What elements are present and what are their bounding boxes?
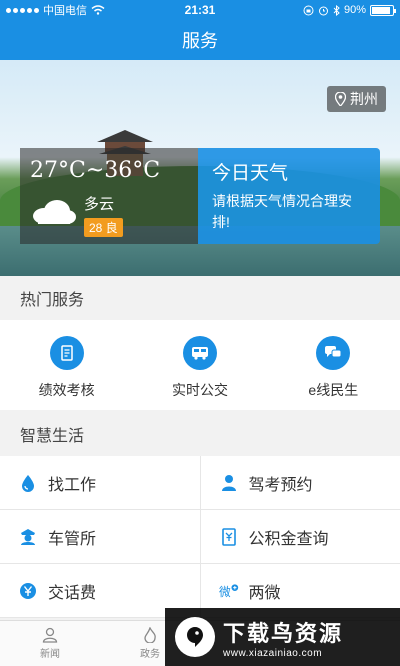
today-weather-title: 今日天气 — [212, 163, 289, 184]
hot-item-label: 绩效考核 — [38, 382, 95, 398]
status-right: 90% — [244, 4, 396, 16]
weather-banner[interactable]: 荆州 27°C~36°C 多云 28 良 今日天气 请根据天气情况合理安排! — [0, 60, 400, 276]
status-bar: 中国电信 21:31 90% — [0, 0, 400, 20]
grid-item-housing-fund[interactable]: 公积金查询 — [199, 510, 400, 563]
condition-row: 多云 28 良 — [30, 193, 188, 237]
weather-summary: 27°C~36°C 多云 28 良 — [20, 148, 198, 244]
carrier-label: 中国电信 — [43, 5, 87, 17]
document-icon — [49, 336, 84, 370]
grid-row: 找工作 驾考预约 — [0, 456, 400, 510]
watermark-banner: 下载鸟资源 www.xiazainiao.com — [165, 608, 400, 666]
tab-news[interactable]: 新闻 — [0, 621, 100, 666]
aqi-badge: 28 良 — [84, 218, 123, 237]
grid-item-label: 公积金查询 — [248, 530, 329, 548]
condition-info: 多云 28 良 — [84, 193, 123, 237]
bus-icon — [182, 336, 217, 370]
bluetooth-icon — [333, 4, 340, 16]
weather-advice: 今日天气 请根据天气情况合理安排! — [198, 148, 380, 244]
hot-item-bus[interactable]: 实时公交 — [133, 320, 266, 410]
grid-item-vehicle-office[interactable]: 车管所 — [0, 510, 200, 563]
watermark-title: 下载鸟资源 — [223, 620, 344, 646]
battery-fill — [372, 6, 390, 14]
tab-label: 新闻 — [40, 649, 60, 660]
hot-item-performance[interactable]: 绩效考核 — [0, 320, 133, 410]
grid-item-label: 驾考预约 — [248, 476, 313, 494]
temperature-range: 27°C~36°C — [30, 158, 161, 183]
alarm-icon — [318, 6, 328, 15]
person-icon — [219, 473, 239, 493]
wifi-icon — [91, 5, 105, 15]
person-icon — [42, 627, 58, 643]
nav-bar: 服务 — [0, 20, 400, 60]
yen-icon — [18, 581, 38, 601]
bird-logo-icon — [175, 617, 215, 657]
location-tag[interactable]: 荆州 — [327, 86, 386, 112]
svg-text:微: 微 — [219, 585, 231, 599]
grid-item-label: 找工作 — [48, 476, 97, 494]
watermark-text: 下载鸟资源 www.xiazainiao.com — [223, 616, 343, 659]
flame-icon — [144, 627, 156, 643]
lock-rotation-icon — [303, 5, 314, 15]
watermark-url: www.xiazainiao.com — [223, 647, 323, 659]
smart-life-grid: 找工作 驾考预约 车管所 公积金查询 交话费 微 两微 — [0, 456, 400, 618]
battery-percent: 90% — [343, 4, 366, 16]
page-title: 服务 — [182, 31, 218, 51]
grid-item-label: 车管所 — [48, 530, 97, 548]
battery-icon — [370, 4, 396, 16]
chat-icon — [316, 336, 351, 370]
weather-condition: 多云 — [84, 196, 115, 213]
signal-icon — [6, 7, 39, 13]
hot-services-panel: 绩效考核 实时公交 e线民生 — [0, 320, 400, 410]
grid-item-driving-test[interactable]: 驾考预约 — [199, 456, 400, 509]
location-pin-icon — [335, 92, 346, 106]
location-label: 荆州 — [350, 91, 378, 107]
status-time: 21:31 — [184, 3, 216, 17]
police-icon — [18, 527, 38, 547]
hot-item-label: e线民生 — [308, 382, 359, 398]
hot-item-label: 实时公交 — [171, 382, 228, 398]
smart-life-heading: 智慧生活 — [0, 412, 400, 456]
grid-row: 车管所 公积金查询 — [0, 510, 400, 564]
fund-icon — [219, 527, 239, 547]
tab-label: 政务 — [140, 649, 160, 660]
cloud-icon — [33, 200, 76, 224]
grid-item-label: 交话费 — [48, 584, 97, 602]
status-left: 中国电信 — [6, 2, 156, 18]
drop-icon — [18, 473, 38, 493]
weather-advice-text: 请根据天气情况合理安排! — [212, 193, 352, 230]
hot-item-eline[interactable]: e线民生 — [267, 320, 400, 410]
grid-item-label: 两微 — [248, 584, 281, 602]
weibo-icon: 微 — [219, 581, 239, 601]
grid-item-job[interactable]: 找工作 — [0, 456, 200, 509]
hot-services-heading: 热门服务 — [0, 276, 400, 320]
